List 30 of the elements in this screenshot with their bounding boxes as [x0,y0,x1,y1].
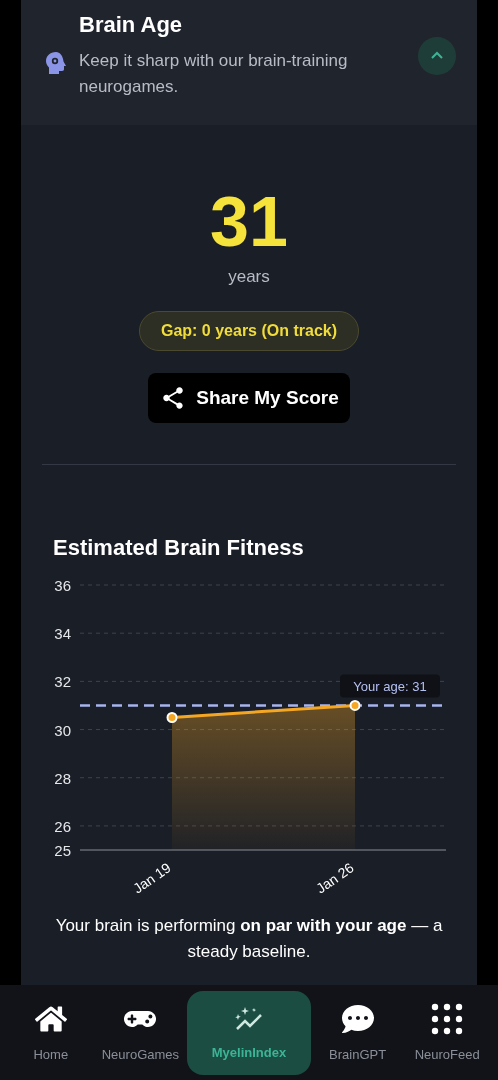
reference-label: Your age: 31 [353,679,427,695]
head-gear-icon [45,50,67,75]
nav-tab[interactable]: NeuroFeed [404,990,491,1075]
axis-tick-label: Jan 26 [313,859,357,897]
dot-grid-icon [431,1003,464,1035]
nav-tab[interactable]: MyelinIndex [187,990,311,1075]
summary-text: Your brain is performing on par with your age — a steady baseline. [54,915,444,963]
unit-label: years [228,267,270,287]
section-subtitle: Keep it sharp with our brain-training neurogames. [79,49,349,98]
nav-tab[interactable]: NeuroGames [97,990,184,1075]
gap-badge: Gap: 0 years (On track) [138,311,360,351]
nav-tab[interactable]: Home [7,990,94,1075]
data-point [166,712,178,723]
chart-title: Estimated Brain Fitness [53,535,304,561]
axis-tick-label: 36 [54,577,71,594]
collapse-button[interactable] [418,36,456,75]
chevron-icon [430,51,444,60]
data-point [349,699,361,711]
section-title: Brain Age [79,11,184,38]
axis-tick-label: 28 [54,769,71,787]
axis-tick-label: Jan 19 [130,859,174,897]
brain-age-value: 31 [210,187,288,257]
axis-tick-label: 25 [54,842,71,859]
nav-tab[interactable]: BrainGPT [314,990,401,1075]
share-button[interactable]: Share My Score [148,373,350,423]
axis-tick-label: 32 [54,673,71,691]
chat-bubble-icon [341,1003,374,1035]
axis-tick-label: 34 [54,625,71,643]
axis-tick-label: 30 [54,721,71,739]
axis-tick-label: 26 [54,817,71,835]
